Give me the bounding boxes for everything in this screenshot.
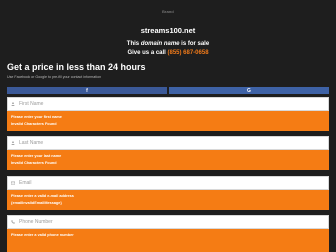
- sale-prefix: This: [126, 41, 141, 47]
- offer-headline: Get a price in less than 24 hours: [7, 62, 146, 72]
- google-login-button[interactable]: G: [169, 87, 329, 94]
- brand-logo-small: Brand: [162, 9, 174, 14]
- domain-title: streams100.net: [140, 26, 196, 35]
- email-placeholder: Email: [19, 180, 32, 186]
- google-icon: G: [247, 87, 251, 94]
- call-prefix: Give us a call: [127, 50, 168, 56]
- facebook-login-button[interactable]: f: [7, 87, 167, 94]
- first-name-field[interactable]: First Name: [7, 97, 329, 111]
- sale-suffix: is for sale: [179, 41, 210, 47]
- first-name-error-invalid: Invalid Characters Found: [11, 122, 57, 126]
- email-error: Please enter a valid e-mail address {ema…: [7, 190, 329, 210]
- social-login-row: f G: [7, 87, 329, 94]
- phone-link[interactable]: (855) 687-0658: [168, 50, 209, 56]
- phone-number-field[interactable]: Phone Number: [7, 215, 329, 229]
- last-name-error-required: Please enter your last name: [11, 154, 62, 158]
- phone-number-error: Please enter a valid phone number: [7, 229, 329, 252]
- phone-icon: [11, 220, 15, 224]
- mail-icon: [11, 181, 15, 185]
- phone-number-placeholder: Phone Number: [19, 219, 53, 225]
- first-name-error-required: Please enter your first name: [11, 115, 62, 119]
- call-notice: Give us a call (855) 687-0658: [0, 50, 336, 56]
- facebook-icon: f: [86, 87, 88, 94]
- person-icon: [11, 102, 15, 106]
- last-name-placeholder: Last Name: [19, 140, 44, 146]
- last-name-field[interactable]: Last Name: [7, 136, 329, 150]
- email-error-invalid: Please enter a valid e-mail address: [11, 194, 74, 198]
- phone-number-error-invalid: Please enter a valid phone number: [11, 233, 74, 237]
- email-field[interactable]: Email: [7, 176, 329, 190]
- last-name-error-invalid: Invalid Characters Found: [11, 161, 57, 165]
- person-icon: [11, 141, 15, 145]
- last-name-error: Please enter your last name Invalid Char…: [7, 150, 329, 170]
- offer-subhead: Use Facebook or Google to pre-fill your …: [7, 75, 102, 79]
- sale-notice: This domain name is for sale: [0, 41, 336, 47]
- sale-emphasis: domain name: [140, 41, 180, 47]
- email-error-template: {emailInvalidEmailMessage}: [11, 201, 62, 205]
- first-name-placeholder: First Name: [19, 101, 44, 107]
- first-name-error: Please enter your first name Invalid Cha…: [7, 111, 329, 131]
